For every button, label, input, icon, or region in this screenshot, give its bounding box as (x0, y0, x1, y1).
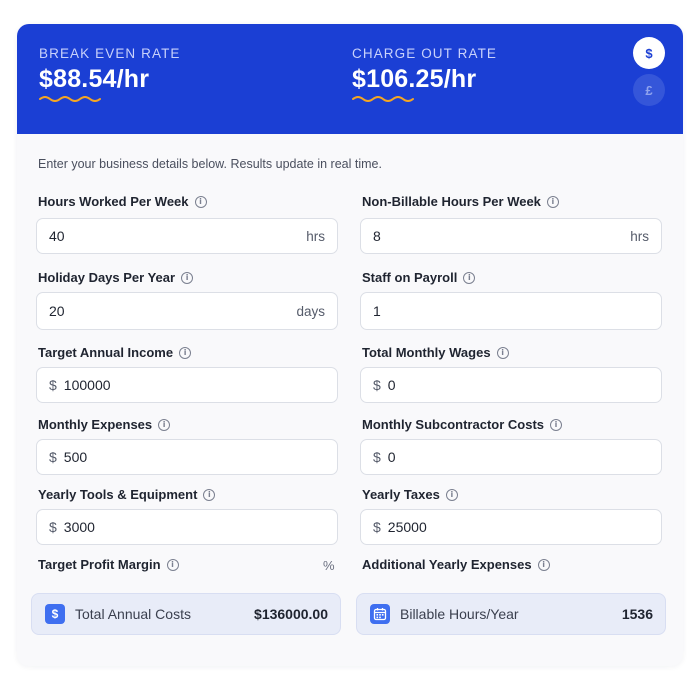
break-even-label: BREAK EVEN RATE (39, 46, 181, 61)
intro-text: Enter your business details below. Resul… (38, 157, 382, 171)
info-icon[interactable]: i (546, 195, 559, 208)
charge-out-rate: CHARGE OUT RATE $106.25/hr (352, 46, 497, 103)
info-icon[interactable]: i (179, 346, 192, 359)
staff-input[interactable]: 1 (360, 292, 662, 330)
target-income-label: Target Annual Income i (38, 345, 192, 360)
staff-label: Staff on Payroll i (362, 270, 476, 285)
billable-hours-value: 1536 (621, 606, 653, 622)
info-icon[interactable]: i (496, 346, 509, 359)
billable-hours-label: Billable Hours/Year (400, 606, 519, 622)
hours-worked-input[interactable]: 40 hrs (36, 218, 338, 254)
billable-hours-summary: Billable Hours/Year 1536 (356, 593, 666, 635)
taxes-label: Yearly Taxes i (362, 487, 458, 502)
currency-usd-button[interactable]: $ (633, 37, 665, 69)
profit-margin-percent-suffix: % (323, 558, 335, 573)
holiday-days-label: Holiday Days Per Year i (38, 270, 194, 285)
info-icon[interactable]: i (203, 488, 216, 501)
rates-header: BREAK EVEN RATE $88.54/hr CHARGE OUT RAT… (17, 24, 683, 134)
calculator-card: BREAK EVEN RATE $88.54/hr CHARGE OUT RAT… (17, 24, 683, 666)
info-icon[interactable]: i (445, 488, 458, 501)
info-icon[interactable]: i (158, 418, 171, 431)
hours-worked-label: Hours Worked Per Week i (38, 194, 207, 209)
squiggle-underline-icon (39, 96, 101, 102)
profit-margin-label: Target Profit Margin i (38, 557, 179, 572)
subcontractor-input[interactable]: $ 0 (360, 439, 662, 475)
total-annual-costs-label: Total Annual Costs (75, 606, 191, 622)
charge-out-value: $106.25/hr (352, 65, 477, 93)
info-icon[interactable]: i (166, 558, 179, 571)
holiday-days-input[interactable]: 20 days (36, 292, 338, 330)
additional-expenses-label: Additional Yearly Expenses i (362, 557, 550, 572)
non-billable-input[interactable]: 8 hrs (360, 218, 662, 254)
monthly-wages-input[interactable]: $ 0 (360, 367, 662, 403)
tools-label: Yearly Tools & Equipment i (38, 487, 216, 502)
charge-out-label: CHARGE OUT RATE (352, 46, 498, 61)
monthly-expenses-input[interactable]: $ 500 (36, 439, 338, 475)
tools-input[interactable]: $ 3000 (36, 509, 338, 545)
info-icon[interactable]: i (537, 558, 550, 571)
calendar-icon (370, 604, 390, 624)
total-annual-costs-summary: $ Total Annual Costs $136000.00 (31, 593, 341, 635)
target-income-input[interactable]: $ 100000 (36, 367, 338, 403)
monthly-expenses-label: Monthly Expenses i (38, 417, 171, 432)
non-billable-label: Non-Billable Hours Per Week i (362, 194, 559, 209)
info-icon[interactable]: i (194, 195, 207, 208)
monthly-wages-label: Total Monthly Wages i (362, 345, 509, 360)
squiggle-underline-icon (352, 96, 414, 102)
total-annual-costs-value: $136000.00 (254, 606, 328, 622)
dollar-icon: $ (45, 604, 65, 624)
break-even-rate: BREAK EVEN RATE $88.54/hr (39, 46, 181, 103)
info-icon[interactable]: i (550, 418, 563, 431)
taxes-input[interactable]: $ 25000 (360, 509, 662, 545)
subcontractor-label: Monthly Subcontractor Costs i (362, 417, 563, 432)
info-icon[interactable]: i (463, 271, 476, 284)
info-icon[interactable]: i (181, 271, 194, 284)
currency-gbp-button[interactable]: £ (633, 74, 665, 106)
break-even-value: $88.54/hr (39, 65, 150, 93)
